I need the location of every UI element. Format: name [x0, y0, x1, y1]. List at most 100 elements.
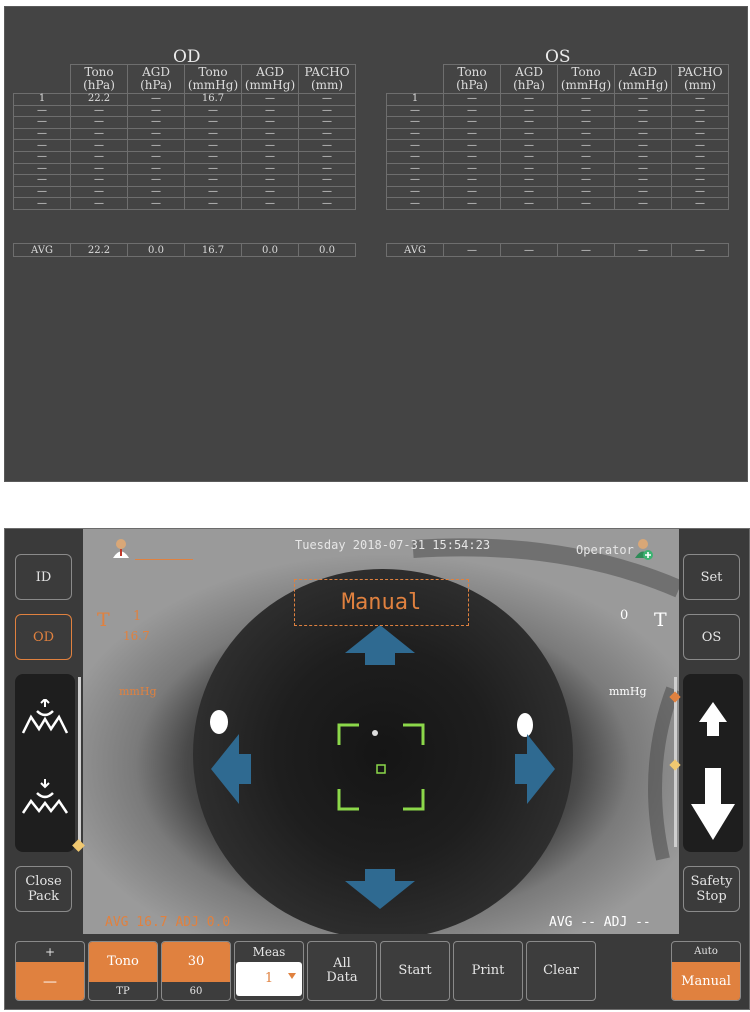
average-cell: 0.0: [298, 243, 356, 257]
od-unit-label: mmHg: [119, 685, 157, 698]
column-header: PACHO (mm): [671, 64, 729, 94]
table-cell: —: [500, 127, 558, 141]
table-row: — — — — — —: [386, 150, 729, 164]
table-cell: —: [443, 197, 501, 210]
table-cell: —: [127, 104, 185, 118]
table-cell: —: [241, 174, 299, 187]
table-cell: —: [386, 116, 444, 129]
tono-mode-control: Tono TP: [88, 941, 158, 1001]
table-row: — — — — — —: [13, 162, 356, 176]
column-header: Tono (mmHg): [184, 64, 242, 94]
average-cell: —: [443, 243, 501, 257]
meas-label: Meas: [252, 945, 286, 959]
table-cell: —: [184, 104, 242, 118]
chin-rest-down-icon[interactable]: [21, 779, 69, 819]
arrow-right-icon[interactable]: [515, 734, 555, 804]
od-eye-button[interactable]: OD: [15, 614, 72, 660]
table-cell: —: [671, 104, 729, 118]
table-cell: —: [298, 116, 356, 129]
meas-select[interactable]: 1: [236, 962, 302, 996]
table-cell: —: [614, 150, 672, 164]
table-cell: —: [127, 162, 185, 176]
tono-button[interactable]: Tono: [89, 942, 157, 982]
os-eye-button[interactable]: OS: [683, 614, 740, 660]
column-header: AGD (mmHg): [614, 64, 672, 94]
table-cell: —: [127, 93, 185, 106]
chin-rest-up-icon[interactable]: [21, 699, 69, 739]
minus-button[interactable]: —: [16, 962, 84, 1000]
table-cell: —: [241, 93, 299, 106]
average-cell: —: [614, 243, 672, 257]
table-cell: —: [386, 162, 444, 176]
table-cell: —: [500, 93, 558, 106]
column-header: AGD (hPa): [500, 64, 558, 94]
id-button[interactable]: ID: [15, 554, 72, 600]
pressure-60-button[interactable]: 60: [162, 982, 230, 1000]
arrow-left-icon[interactable]: [211, 734, 251, 804]
column-header: Tono (mmHg): [557, 64, 615, 94]
table-row: — — — — — —: [13, 127, 356, 141]
table-row: — — — — — —: [386, 139, 729, 152]
print-button[interactable]: Print: [453, 941, 523, 1001]
pressure-30-button[interactable]: 30: [162, 942, 230, 982]
table-cell: —: [443, 150, 501, 164]
table-row: — — — — — —: [386, 127, 729, 141]
table-cell: —: [443, 104, 501, 118]
table-cell: —: [557, 174, 615, 187]
arrow-up-icon[interactable]: [345, 625, 415, 665]
table-cell: —: [70, 127, 128, 141]
table-cell: —: [298, 185, 356, 199]
table-row: — — — — — —: [13, 185, 356, 199]
table-cell: —: [241, 150, 299, 164]
safety-stop-button[interactable]: Safety Stop: [683, 866, 740, 912]
set-button[interactable]: Set: [683, 554, 740, 600]
os-average-display: AVG -- ADJ --: [549, 915, 651, 930]
table-cell: —: [13, 150, 71, 164]
table-cell: —: [557, 127, 615, 141]
patient-name-field[interactable]: [135, 559, 193, 560]
column-header: PACHO (mm): [298, 64, 356, 94]
table-cell: —: [500, 162, 558, 176]
table-cell: —: [70, 104, 128, 118]
move-up-icon[interactable]: [699, 702, 727, 736]
clear-button[interactable]: Clear: [526, 941, 596, 1001]
table-cell: —: [184, 139, 242, 152]
table-cell: —: [13, 116, 71, 129]
table-row: 1 22.2—16.7— —: [13, 93, 356, 106]
table-cell: —: [443, 93, 501, 106]
os-average-row: AVG — — — — —: [386, 243, 729, 257]
table-cell: —: [184, 185, 242, 199]
all-data-button[interactable]: All Data: [307, 941, 377, 1001]
tp-button[interactable]: TP: [89, 982, 157, 1000]
move-down-icon[interactable]: [691, 768, 735, 840]
table-cell: —: [127, 127, 185, 141]
table-cell: —: [184, 127, 242, 141]
table-cell: —: [557, 116, 615, 129]
patient-icon[interactable]: [111, 537, 131, 559]
average-cell: AVG: [13, 243, 71, 257]
start-button[interactable]: Start: [380, 941, 450, 1001]
table-cell: —: [298, 104, 356, 118]
table-row: — — — — — —: [13, 116, 356, 129]
height-control[interactable]: [683, 674, 743, 852]
table-cell: —: [298, 93, 356, 106]
chin-rest-control[interactable]: [15, 674, 75, 852]
arrow-down-icon[interactable]: [345, 869, 415, 909]
table-cell: —: [298, 127, 356, 141]
manual-button[interactable]: Manual: [672, 962, 740, 1000]
table-cell: —: [298, 139, 356, 152]
table-cell: —: [386, 104, 444, 118]
os-tono-letter: T: [654, 609, 667, 631]
plus-button[interactable]: +: [16, 942, 84, 962]
table-corner: [13, 64, 71, 94]
os-measurement-table: Tono (hPa) AGD (hPa) Tono (mmHg) AGD (mmHg) PACH…: [386, 64, 729, 210]
table-cell: 1: [13, 93, 71, 106]
table-cell: —: [241, 185, 299, 199]
close-pack-button[interactable]: Close Pack: [15, 866, 72, 912]
operator-add-icon[interactable]: [633, 537, 655, 561]
average-cell: 0.0: [241, 243, 299, 257]
table-cell: —: [500, 104, 558, 118]
left-scroll-track[interactable]: [78, 677, 81, 847]
auto-button[interactable]: Auto: [672, 942, 740, 962]
table-cell: —: [127, 139, 185, 152]
